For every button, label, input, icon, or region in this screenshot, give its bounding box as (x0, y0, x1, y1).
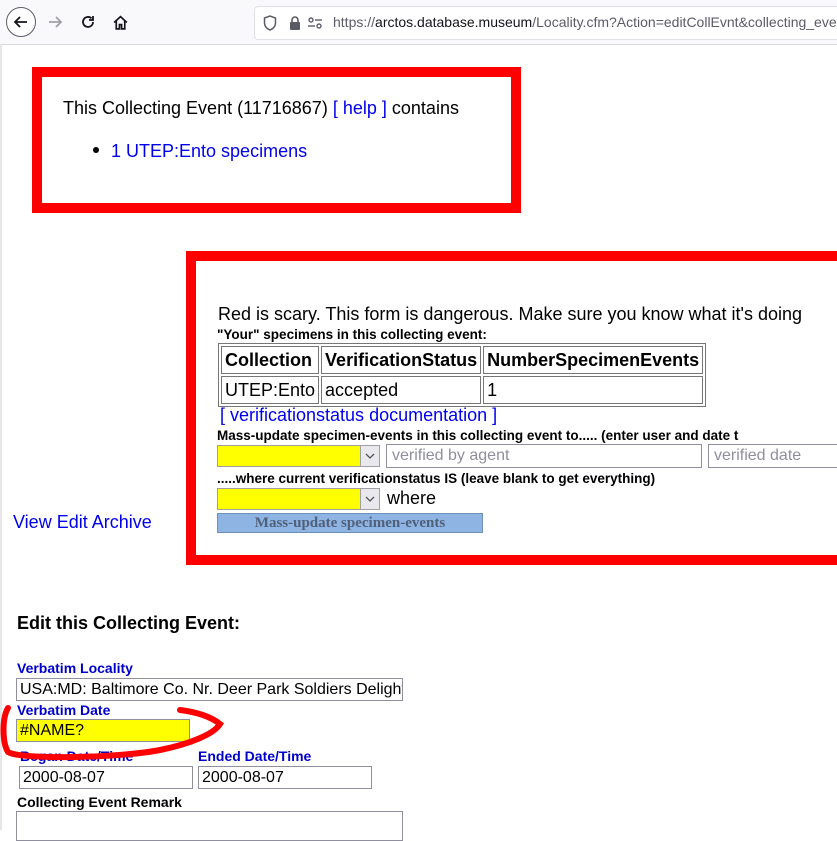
help-link[interactable]: [ help ] (333, 98, 387, 118)
verified-date-input[interactable]: verified date (708, 444, 837, 468)
url-text[interactable]: https://arctos.database.museum/Locality.… (333, 14, 837, 30)
permissions-icon[interactable] (307, 15, 323, 31)
your-specimens-label: "Your" specimens in this collecting even… (217, 327, 487, 342)
current-status-select[interactable] (217, 488, 380, 510)
url-host: arctos.database.museum (375, 14, 533, 30)
where-text: where (387, 488, 437, 508)
verified-by-agent-input[interactable]: verified by agent (386, 444, 702, 468)
column-header-collection: Collection (221, 346, 320, 374)
list-item: 1 UTEP:Ento specimens (93, 141, 307, 162)
home-icon (113, 15, 127, 30)
summary-contains-text: contains (391, 98, 459, 118)
view-edit-archive-link[interactable]: View Edit Archive (13, 512, 152, 533)
lock-icon[interactable] (289, 15, 301, 31)
chevron-down-icon (360, 489, 379, 509)
summary-text: This Collecting Event (11716867) (63, 98, 328, 118)
url-path: /Locality.cfm?Action=editCollEvnt&collec… (532, 14, 837, 30)
back-button[interactable] (6, 7, 36, 37)
verbatim-locality-label: Verbatim Locality (17, 660, 133, 676)
column-header-verification-status: VerificationStatus (321, 346, 482, 374)
column-header-number-specimen-events: NumberSpecimenEvents (483, 346, 704, 374)
arrow-left-icon (13, 16, 27, 28)
bullet-icon (93, 147, 99, 154)
cell-number-specimen-events: 1 (483, 376, 704, 404)
arrow-right-icon (49, 16, 63, 28)
remark-label: Collecting Event Remark (17, 794, 182, 810)
annotation-box-summary (32, 67, 521, 213)
browser-toolbar: https://arctos.database.museum/Locality.… (0, 0, 837, 45)
verbatim-locality-input[interactable]: USA:MD: Baltimore Co. Nr. Deer Park Sold… (16, 678, 403, 701)
remark-textarea[interactable] (16, 811, 403, 841)
verificationstatus-documentation-link[interactable]: [ verificationstatus documentation ] (220, 405, 497, 425)
page-title: Edit this Collecting Event: (17, 613, 241, 633)
annotation-circle (0, 705, 224, 761)
verification-table: Collection VerificationStatus NumberSpec… (218, 343, 707, 407)
cell-verification-status: accepted (321, 376, 482, 404)
url-prefix: https:// (333, 14, 376, 30)
new-status-select[interactable] (217, 445, 380, 467)
reload-icon (82, 16, 94, 28)
home-button[interactable] (105, 7, 135, 37)
mass-update-label: Mass-update specimen-events in this coll… (217, 428, 739, 443)
address-bar[interactable]: https://arctos.database.museum/Locality.… (254, 6, 837, 40)
forward-button[interactable] (40, 7, 70, 37)
reload-button[interactable] (73, 7, 103, 37)
cell-collection: UTEP:Ento (221, 376, 320, 404)
table-row: UTEP:Ento accepted 1 (221, 376, 704, 404)
specimens-link[interactable]: 1 UTEP:Ento specimens (111, 141, 307, 161)
danger-warning: Red is scary. This form is dangerous. Ma… (218, 304, 803, 324)
verification-doc-link-wrap: [ verificationstatus documentation ] (220, 405, 497, 426)
mass-update-button[interactable]: Mass-update specimen-events (217, 513, 483, 533)
shield-icon[interactable] (263, 15, 277, 31)
chevron-down-icon (360, 446, 379, 466)
collecting-event-summary: This Collecting Event (11716867) [ help … (63, 98, 459, 119)
table-header-row: Collection VerificationStatus NumberSpec… (221, 346, 704, 374)
where-current-label: .....where current verificationstatus IS… (217, 471, 656, 486)
